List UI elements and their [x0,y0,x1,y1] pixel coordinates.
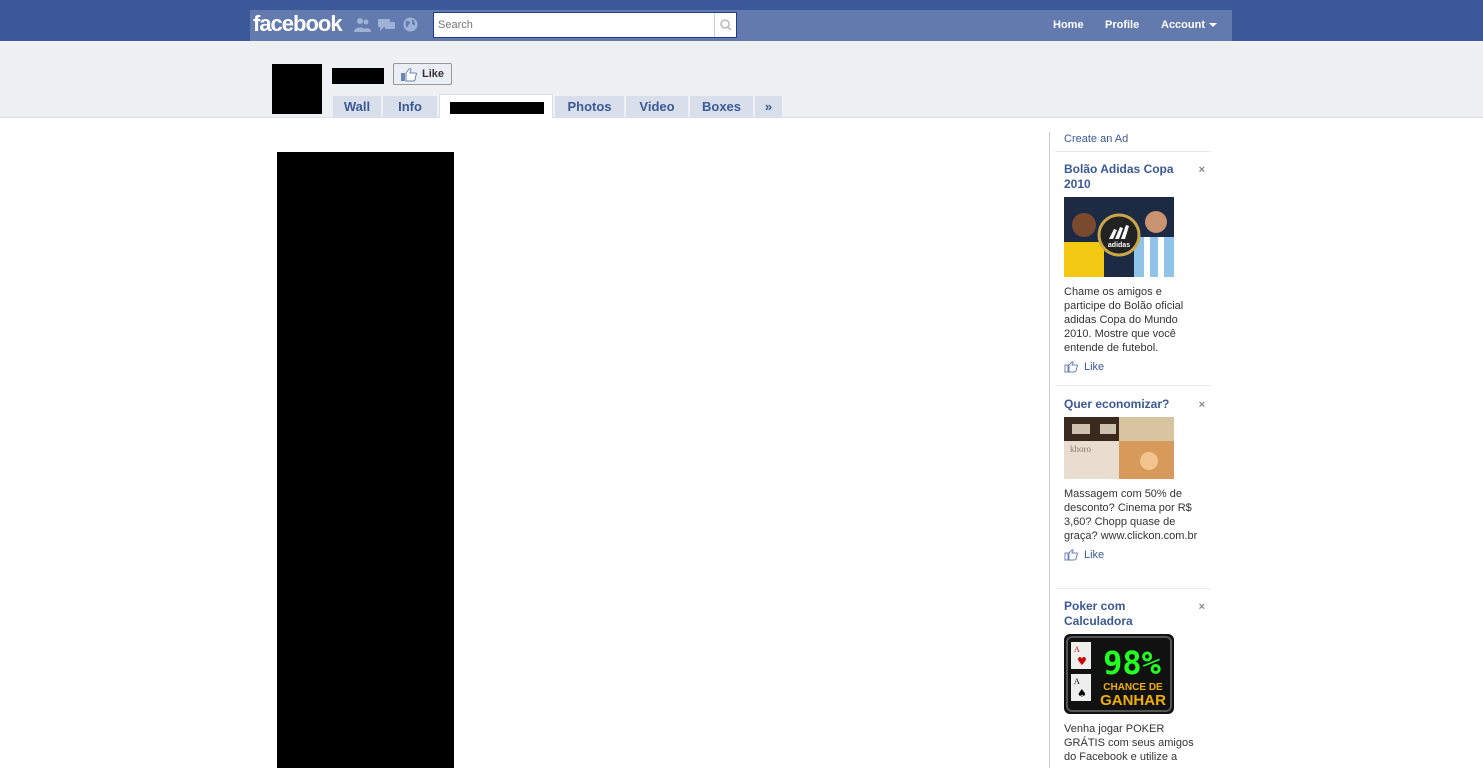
tab-wall[interactable]: Wall [333,96,381,118]
divider [1055,151,1211,152]
ad-image-text: adidas [1108,242,1130,249]
tab-video[interactable]: Video [626,96,688,118]
ad-like-button[interactable]: Like [1064,361,1204,373]
ad-body: Massagem com 50% de desconto? Cinema por… [1064,488,1198,542]
ad-item: Bolão Adidas Copa 2010 × adidas Chame os… [1064,162,1205,373]
svg-text:A: A [1074,645,1080,654]
close-icon[interactable]: × [1199,164,1205,176]
ad-image-text: GANHAR [1100,692,1166,709]
ad-image-text: khoro [1070,444,1091,454]
more-tabs-button[interactable]: » [755,96,782,118]
tab-active-redacted[interactable] [439,94,553,118]
divider [1055,588,1211,589]
chevron-down-icon [1209,23,1217,28]
svg-text:♠: ♠ [1077,687,1087,700]
svg-text:A: A [1074,677,1080,686]
close-icon[interactable]: × [1199,399,1205,411]
messages-icon[interactable] [377,16,396,33]
ad-image-clickon[interactable]: khoro [1064,417,1174,479]
main-content-redacted [277,152,454,768]
nav-account-label: Account [1161,19,1205,31]
nav-home[interactable]: Home [1053,19,1084,31]
nav-profile[interactable]: Profile [1105,19,1139,31]
ad-title[interactable]: Quer economizar? [1064,397,1189,412]
tab-photos[interactable]: Photos [555,96,624,118]
ad-body: Chame os amigos e participe do Bolão ofi… [1064,286,1184,354]
thumbs-up-icon [401,68,417,82]
ad-item: Poker com Calculadora × A ♥ A ♠ 98% CHAN… [1064,599,1205,764]
nav-account[interactable]: Account [1161,19,1217,31]
divider [1055,385,1211,386]
friend-requests-icon[interactable] [353,16,372,33]
tab-boxes[interactable]: Boxes [690,96,753,118]
ad-image-text: 98% [1103,644,1162,682]
ad-like-label: Like [1084,361,1105,373]
ad-image-poker[interactable]: A ♥ A ♠ 98% CHANCE DE GANHAR [1064,634,1174,714]
ad-item: Quer economizar? × khoro Massagem com 50… [1064,397,1205,561]
like-page-button[interactable]: Like [393,63,452,85]
like-button-label: Like [422,68,445,80]
create-ad-link[interactable]: Create an Ad [1064,133,1128,145]
ad-image-adidas[interactable]: adidas [1064,197,1174,277]
ad-title[interactable]: Bolão Adidas Copa 2010 [1064,162,1189,192]
svg-text:♥: ♥ [1077,655,1087,668]
search-input[interactable] [438,17,716,33]
ad-like-label: Like [1084,549,1105,561]
search-button[interactable] [714,13,736,37]
search-box [433,12,737,38]
ads-sidebar: Create an Ad Bolão Adidas Copa 2010 × ad… [1049,132,1211,768]
jewel-icons [353,16,420,33]
ad-like-button[interactable]: Like [1064,549,1204,561]
thumbs-up-icon [1064,361,1078,373]
tab-info[interactable]: Info [383,96,437,118]
thumbs-up-icon [1064,549,1078,561]
facebook-logo[interactable]: facebook [253,11,343,37]
tab-label-redacted [450,102,544,114]
ad-title[interactable]: Poker com Calculadora [1064,599,1189,629]
page-name-redacted [332,68,384,84]
close-icon[interactable]: × [1199,601,1205,613]
profile-picture-redacted[interactable] [272,64,322,114]
ad-body: Venha jogar POKER GRÁTIS com seus amigos… [1064,723,1194,763]
notifications-globe-icon[interactable] [401,16,420,33]
search-icon [720,19,732,31]
